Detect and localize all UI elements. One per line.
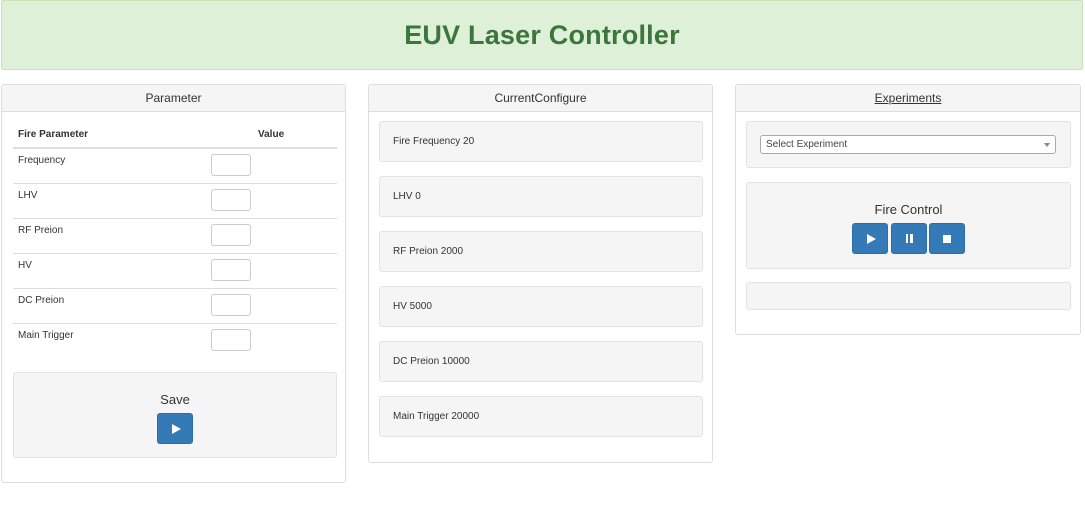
current-configure-heading: CurrentConfigure: [369, 85, 712, 112]
experiments-heading-link[interactable]: Experiments: [875, 91, 942, 105]
chevron-down-icon: [1044, 143, 1050, 147]
row-label-dc-preion: DC Preion: [18, 295, 65, 306]
pause-icon: [905, 234, 913, 243]
parameter-panel-heading: Parameter: [2, 85, 345, 112]
app-title: EUV Laser Controller: [404, 19, 680, 50]
fire-stop-button[interactable]: [929, 223, 965, 254]
experiment-select[interactable]: Select Experiment: [760, 135, 1056, 154]
stop-icon: [943, 234, 951, 243]
parameter-table-header: Fire Parameter Value: [13, 123, 337, 149]
row-label-hv: HV: [18, 260, 32, 271]
main-trigger-input[interactable]: [211, 329, 251, 351]
config-item-main-trigger: Main Trigger 20000: [379, 396, 703, 437]
frequency-input[interactable]: [211, 154, 251, 176]
parameter-panel: Parameter Fire Parameter Value Frequency…: [1, 84, 346, 483]
dc-preion-input[interactable]: [211, 294, 251, 316]
app-header: EUV Laser Controller: [1, 0, 1083, 70]
column-fire-parameter: Fire Parameter: [18, 129, 89, 140]
lhv-input[interactable]: [211, 189, 251, 211]
table-row: RF Preion: [13, 219, 337, 254]
row-label-frequency: Frequency: [18, 155, 66, 166]
config-item-lhv: LHV 0: [379, 176, 703, 217]
save-button[interactable]: [157, 413, 193, 444]
current-configure-panel: CurrentConfigure Fire Frequency 20 LHV 0…: [368, 84, 713, 463]
save-well: Save: [13, 372, 337, 458]
status-well: [746, 282, 1071, 310]
table-row: Frequency: [13, 149, 337, 184]
experiment-select-value: Select Experiment: [766, 139, 848, 150]
row-label-rf-preion: RF Preion: [18, 225, 64, 236]
row-label-main-trigger: Main Trigger: [18, 330, 74, 341]
save-label: Save: [160, 392, 190, 407]
table-row: HV: [13, 254, 337, 289]
fire-pause-button[interactable]: [891, 223, 927, 254]
experiment-select-well: Select Experiment: [746, 121, 1071, 168]
play-icon: [171, 423, 181, 434]
config-item-hv: HV 5000: [379, 286, 703, 327]
table-row: DC Preion: [13, 289, 337, 324]
config-item-fire-frequency: Fire Frequency 20: [379, 121, 703, 162]
column-value: Value: [258, 129, 285, 140]
fire-control-well: Fire Control: [746, 182, 1071, 269]
config-item-rf-preion: RF Preion 2000: [379, 231, 703, 272]
config-item-dc-preion: DC Preion 10000: [379, 341, 703, 382]
experiments-heading: Experiments: [736, 85, 1080, 112]
fire-play-button[interactable]: [852, 223, 888, 254]
rf-preion-input[interactable]: [211, 224, 251, 246]
parameter-table: Fire Parameter Value Frequency LHV RF Pr…: [13, 123, 337, 358]
table-row: Main Trigger: [13, 324, 337, 358]
table-row: LHV: [13, 184, 337, 219]
play-icon: [866, 233, 876, 244]
fire-control-label: Fire Control: [874, 202, 943, 217]
experiments-panel: Experiments Select Experiment Fire Contr…: [735, 84, 1081, 335]
hv-input[interactable]: [211, 259, 251, 281]
row-label-lhv: LHV: [18, 190, 38, 201]
